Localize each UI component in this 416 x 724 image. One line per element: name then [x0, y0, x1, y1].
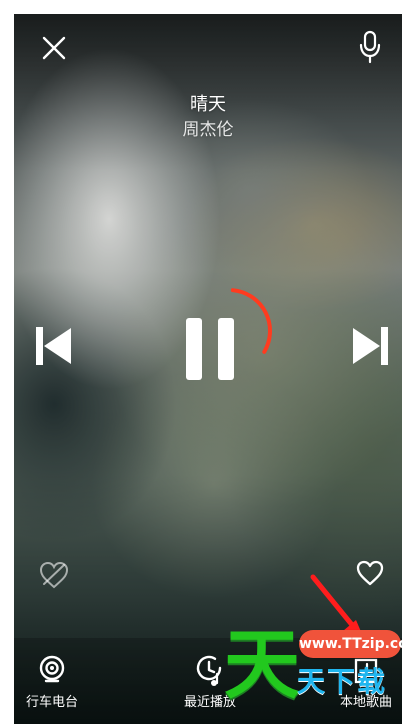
- artist-name: 周杰伦: [182, 120, 234, 140]
- radio-icon: [39, 655, 65, 683]
- close-button[interactable]: [41, 35, 67, 61]
- voice-search-button[interactable]: [357, 30, 383, 64]
- bottom-nav-recent-play[interactable]: 最近播放: [172, 638, 248, 724]
- bottom-nav-recent-play-label: 最近播放: [183, 695, 236, 710]
- bottom-nav-car-radio[interactable]: 行车电台: [14, 638, 90, 724]
- music-player-screen: 晴天 周杰伦 行车电台 最近播放 本地歌曲: [14, 14, 402, 724]
- next-track-icon: [353, 327, 388, 365]
- bottom-nav-local-music-label: 本地歌曲: [339, 695, 392, 710]
- playback-progress-arc: [230, 288, 272, 354]
- microphone-icon: [359, 30, 381, 64]
- previous-track-button[interactable]: [34, 325, 74, 367]
- red-arrow: [310, 574, 365, 641]
- previous-track-icon: [36, 327, 71, 365]
- bottom-nav-local-music[interactable]: 本地歌曲: [330, 638, 402, 724]
- bottom-nav-car-radio-label: 行车电台: [25, 695, 78, 710]
- progress-ring: [184, 286, 274, 376]
- close-icon: [42, 36, 66, 60]
- recent-play-icon: [196, 655, 222, 686]
- dislike-button[interactable]: [38, 560, 70, 590]
- song-info: 晴天 周杰伦: [14, 96, 402, 139]
- bottom-navigation: 行车电台 最近播放 本地歌曲: [14, 638, 402, 724]
- broken-heart-icon: [39, 561, 69, 589]
- song-title: 晴天: [190, 94, 226, 115]
- local-music-icon: [354, 658, 378, 684]
- next-track-button[interactable]: [350, 325, 390, 367]
